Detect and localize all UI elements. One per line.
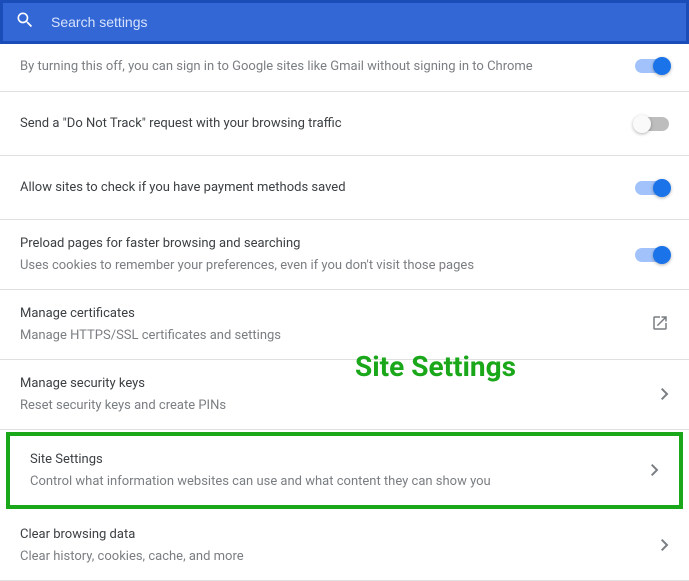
site-settings-row[interactable]: Site Settings Control what information w… bbox=[10, 436, 679, 505]
dnt-row: Send a "Do Not Track" request with your … bbox=[0, 92, 689, 156]
preload-sub: Uses cookies to remember your preference… bbox=[20, 256, 623, 276]
dnt-toggle[interactable] bbox=[635, 117, 669, 131]
search-bar[interactable] bbox=[0, 0, 689, 44]
chevron-right-icon bbox=[651, 461, 659, 480]
signin-toggle[interactable] bbox=[635, 59, 669, 73]
preload-toggle[interactable] bbox=[635, 248, 669, 262]
site-settings-title: Site Settings bbox=[30, 450, 639, 470]
chevron-right-icon bbox=[661, 536, 669, 555]
security-keys-title: Manage security keys bbox=[20, 374, 649, 394]
signin-row: By turning this off, you can sign in to … bbox=[0, 44, 689, 92]
payment-row: Allow sites to check if you have payment… bbox=[0, 156, 689, 220]
signin-sub: By turning this off, you can sign in to … bbox=[20, 57, 623, 77]
preload-row: Preload pages for faster browsing and se… bbox=[0, 220, 689, 290]
clear-browsing-row[interactable]: Clear browsing data Clear history, cooki… bbox=[0, 511, 689, 581]
clear-browsing-sub: Clear history, cookies, cache, and more bbox=[20, 547, 649, 567]
security-keys-row[interactable]: Manage security keys Reset security keys… bbox=[0, 360, 689, 430]
certificates-sub: Manage HTTPS/SSL certificates and settin… bbox=[20, 326, 639, 346]
settings-list: By turning this off, you can sign in to … bbox=[0, 44, 689, 581]
dnt-title: Send a "Do Not Track" request with your … bbox=[20, 114, 623, 134]
payment-toggle[interactable] bbox=[635, 181, 669, 195]
certificates-title: Manage certificates bbox=[20, 304, 639, 324]
security-keys-sub: Reset security keys and create PINs bbox=[20, 396, 649, 416]
search-icon bbox=[15, 10, 35, 34]
search-input[interactable] bbox=[51, 14, 674, 30]
chevron-right-icon bbox=[661, 385, 669, 404]
payment-title: Allow sites to check if you have payment… bbox=[20, 178, 623, 198]
external-link-icon bbox=[651, 314, 669, 336]
certificates-row[interactable]: Manage certificates Manage HTTPS/SSL cer… bbox=[0, 290, 689, 360]
site-settings-highlight: Site Settings Control what information w… bbox=[6, 432, 683, 509]
clear-browsing-title: Clear browsing data bbox=[20, 525, 649, 545]
preload-title: Preload pages for faster browsing and se… bbox=[20, 234, 623, 254]
site-settings-sub: Control what information websites can us… bbox=[30, 472, 639, 492]
